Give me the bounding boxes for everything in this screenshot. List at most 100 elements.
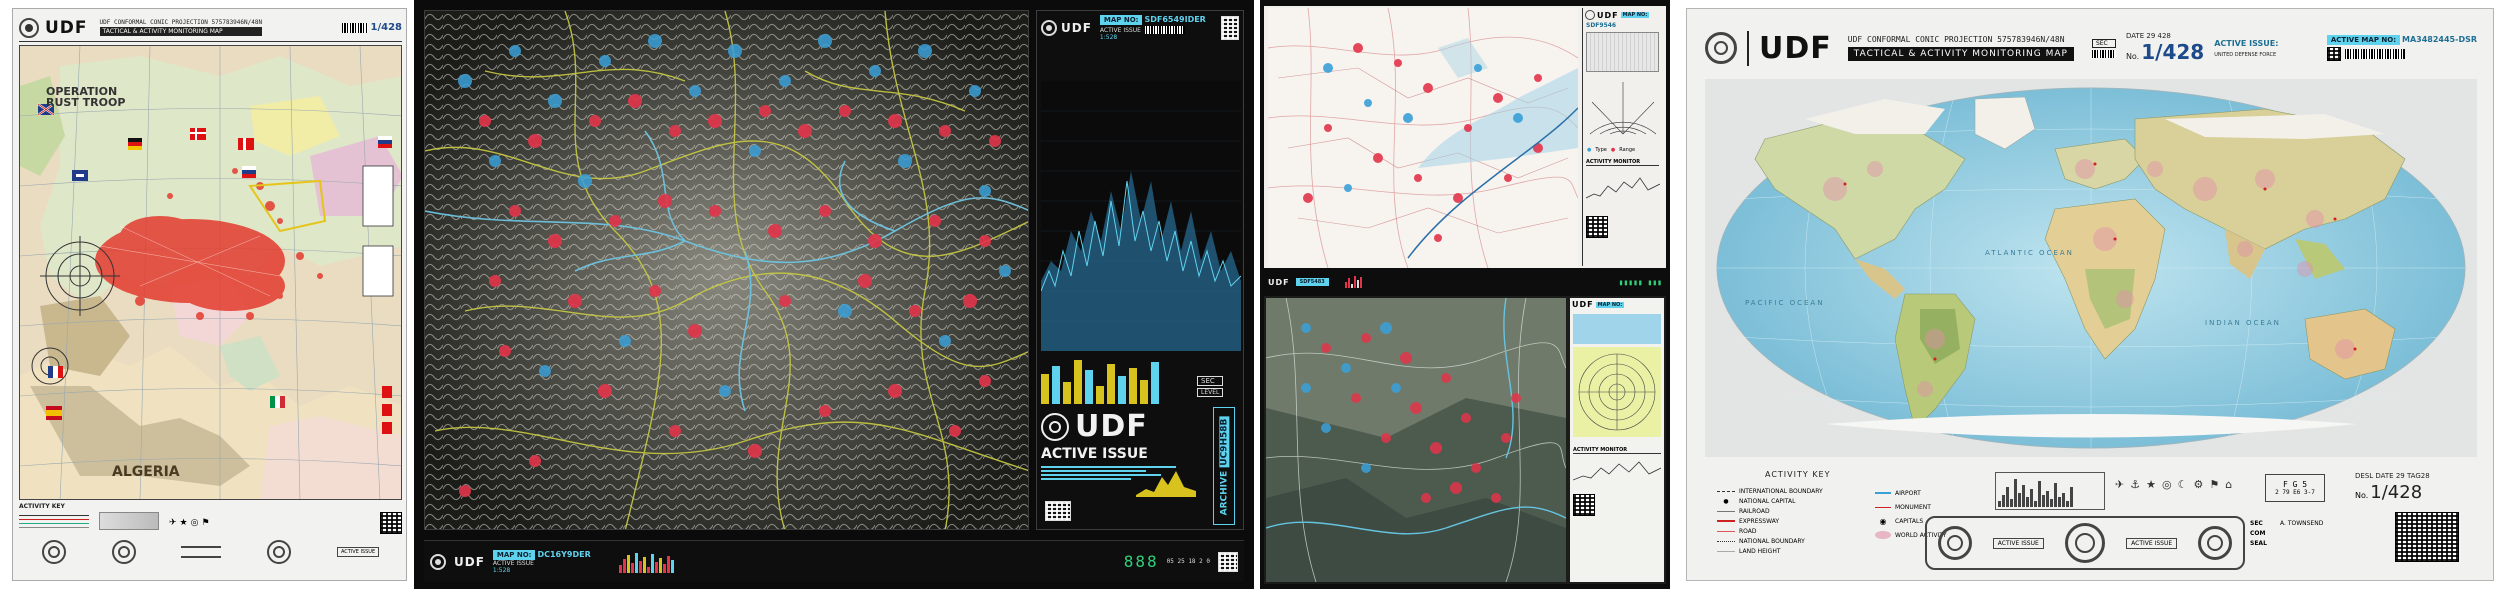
udf-seal-large-icon [1041, 412, 1069, 441]
house-icon: ⌂ [2225, 478, 2233, 491]
key-item: NATIONAL BOUNDARY [1739, 537, 1805, 545]
target-icon: ◎ [190, 518, 199, 528]
stamp-right: ACTIVE ISSUE [2126, 537, 2178, 549]
world-map-svg [1716, 87, 2466, 449]
bottom-map-no-label: MAP NO: [1595, 301, 1625, 308]
world-header: UDF UDF CONFORMAL CONIC PROJECTION 57578… [1705, 23, 2477, 73]
com-small: COM [2250, 530, 2266, 537]
map-title: TACTICAL & ACTIVITY MONITORING MAP [1847, 47, 2074, 61]
europe-map[interactable]: OPERATION RUST TROOP ALGERIA [19, 45, 402, 500]
seal-small: SEAL [2250, 540, 2267, 547]
world-map[interactable]: PACIFIC OCEAN ATLANTIC OCEAN INDIAN OCEA… [1705, 79, 2477, 457]
mid-brand-logo: UDF [1268, 277, 1290, 287]
qr-code-header [2326, 47, 2341, 61]
sec-box: SEC [2091, 38, 2116, 48]
key-left-list: INTERNATIONAL BOUNDARY ● NATIONAL CAPITAL… [1717, 486, 1837, 556]
seal-plate: ACTIVE ISSUE ACTIVE ISSUE [1925, 516, 2245, 570]
map-no-label: MAP NO: [1620, 12, 1650, 18]
big-udf-block: UDF ACTIVE ISSUE ARCHIVE UC9H58B [1041, 407, 1241, 529]
udf-seal-icon [1585, 10, 1595, 20]
monitor-line-chart [1585, 177, 1661, 199]
flag-icon: ⚑ [2209, 478, 2220, 491]
top-map-frame[interactable]: UDF MAP NO: SDF9546 ● Type ● Range ACTIVIT… [1264, 6, 1666, 268]
key-item: AIRPORT [1895, 489, 1921, 497]
range-rings-svg [1589, 82, 1657, 135]
footer-histogram [1995, 472, 2105, 510]
grid-code-box: F G 5 2 79 E6 3-7 [2265, 474, 2325, 502]
mini-peak-chart [1136, 471, 1196, 497]
wings-emblem-icon [181, 546, 222, 558]
star-icon: ★ [179, 518, 188, 528]
bottom-map-no-value: DC16Y9DER [537, 549, 591, 559]
bottom-map-frame[interactable]: UDF MAP NO: ACTIVITY MONITOR [1264, 296, 1666, 584]
terrain-map[interactable] [424, 10, 1029, 530]
operation-label-line2: RUST TROOP [46, 96, 126, 109]
active-issue-stamp: ACTIVE ISSUE [336, 547, 380, 557]
sec-value: LEVEL [1197, 388, 1224, 397]
key-item: ROAD [1739, 527, 1757, 535]
issue-date: DATE 29 428 [2125, 32, 2171, 40]
poster-header: UDF UDF CONFORMAL CONIC PROJECTION 57578… [19, 14, 402, 42]
brand-logo: UDF [1597, 10, 1619, 20]
udf-seal-icon-bottom [430, 553, 446, 570]
date-code: DESL DATE 29 TAG28 [2355, 472, 2430, 480]
brand-logo: UDF [1061, 21, 1092, 35]
barcode-header-icon [2344, 49, 2405, 59]
map-no-value: SDF9546 [1586, 22, 1617, 29]
qr-code-footer [2395, 512, 2459, 562]
footer-icons: ✈ ⚓ ★ ◎ ☾ ⚙ ⚑ ⌂ [2115, 478, 2232, 491]
key-item: CAPITALS [1895, 517, 1924, 525]
grid-code-2: 2 79 E6 3-7 [2275, 489, 2315, 496]
seal-left-icon [1937, 526, 1972, 560]
ocean-label-atlantic: ATLANTIC OCEAN [1985, 249, 2074, 257]
bottom-monitor-chart [1572, 461, 1662, 481]
bottom-brand-logo: UDF [1572, 300, 1594, 309]
scale-bottom-value: 1/428 [2370, 482, 2423, 503]
brand-logo-bottom: UDF [454, 554, 485, 569]
active-map-label: ACTIVE MAP NO: [2326, 35, 2400, 45]
scale-bottom-prefix: No. [2355, 491, 2369, 500]
sec-label: SEC [1197, 376, 1224, 386]
signed-small: A. TOWNSEND [2280, 520, 2324, 527]
seal-middle-icon [111, 540, 136, 564]
scale-small: 1:528 [1099, 34, 1118, 41]
terrain-map-svg [425, 11, 1028, 529]
bottom-active-issue: ACTIVE ISSUE [492, 559, 534, 567]
qr-code [380, 512, 402, 534]
star-icon: ★ [2146, 478, 2156, 491]
signal-waveform [1041, 81, 1241, 351]
active-issue-small: ACTIVE ISSUE [1099, 26, 1141, 34]
poster-footer: ACTIVITY KEY ✈ ★ ◎ ⚑ ACTIVE ISSUE [19, 503, 402, 576]
activity-bars [1041, 356, 1161, 404]
seal-right-icon [2198, 526, 2233, 560]
qr-code-2 [1045, 501, 1071, 521]
plane-icon: ✈ [169, 518, 177, 528]
activity-key-title: ACTIVITY KEY [19, 503, 65, 510]
digital-counter: 888 [1123, 552, 1159, 571]
ocean-label-pacific: PACIFIC OCEAN [1745, 299, 1825, 307]
plane-icon: ✈ [2115, 478, 2125, 491]
defense-force: UNITED DEFENSE FORCE [2214, 51, 2277, 58]
archive-block: ARCHIVE UC9H58B [1213, 407, 1235, 525]
seal-right-icon [267, 540, 292, 564]
active-issue-large: ACTIVE ISSUE [1041, 446, 1148, 462]
archive-label: ARCHIVE [1219, 470, 1230, 516]
satellite-map-svg [1266, 298, 1566, 582]
key-item: INTERNATIONAL BOUNDARY [1739, 487, 1823, 495]
bottom-qr-code [1573, 494, 1595, 516]
grid-code: F G 5 [2282, 480, 2308, 489]
seal-center-icon [2064, 523, 2105, 563]
scale-bottom: No. 1/428 [2355, 482, 2422, 503]
udf-seal-icon [19, 17, 39, 38]
legend-label-2: Range [1619, 147, 1636, 153]
archive-value: UC9H58B [1219, 416, 1230, 468]
map-no-label: MAP NO: [1099, 15, 1143, 25]
projection-text: UDF CONFORMAL CONIC PROJECTION 575783946… [1847, 35, 2065, 44]
region-label-algeria: ALGERIA [112, 464, 180, 480]
bottom-map-no-label: MAP NO: [492, 549, 536, 560]
projection-text: UDF CONFORMAL CONIC PROJECTION 575783946… [99, 19, 263, 26]
key-item: NATIONAL CAPITAL [1739, 497, 1796, 505]
qr-code [1221, 16, 1239, 40]
scale-value: 1/428 [370, 22, 402, 33]
key-item: EXPRESSWAY [1739, 517, 1780, 525]
